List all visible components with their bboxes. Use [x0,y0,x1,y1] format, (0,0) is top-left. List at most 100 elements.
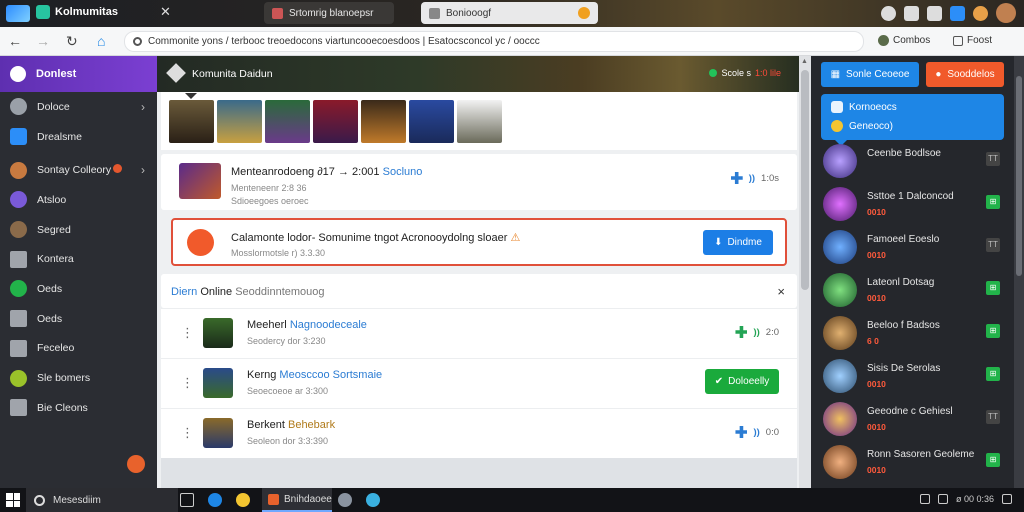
item-text: Menteanrodoeng ∂17 → 2:001 Socluno Mente… [231,166,422,206]
network-icon[interactable] [919,494,930,504]
sidebar-item-drealsme[interactable]: Drealsme [0,122,157,152]
hero-portrait[interactable] [457,100,502,143]
scroll-up-icon[interactable]: ▲ [801,58,808,65]
friend-row[interactable]: Beeloo f Badsos 6 0 ⊞ [821,314,1004,354]
forward-icon[interactable]: → [36,33,50,49]
item-link[interactable]: Socluno [383,166,423,178]
friend-row[interactable]: Ceenbe Bodlsoe TT [821,142,1004,182]
sidebar-item-doloce[interactable]: Doloce › [0,92,157,122]
back-icon[interactable]: ← [8,33,22,49]
shield-icon[interactable] [927,5,942,21]
secondary-action-button[interactable]: ● Sooddelos [926,62,1004,87]
drag-handle-icon[interactable]: ⋮ [181,425,194,441]
online-heading-muted: Seoddinntemouog [235,286,325,298]
hero-portrait[interactable] [313,100,358,143]
close-icon[interactable]: ✕ [160,4,171,20]
sidebar-item-sle-bomers[interactable]: Sle bomers [0,363,157,393]
telegram-icon[interactable] [950,5,965,21]
drag-handle-icon[interactable]: ⋮ [181,375,194,391]
scrollbar-thumb[interactable] [1016,76,1022,276]
sidebar-item-feceleo[interactable]: Feceleo [0,334,157,364]
row-link[interactable]: Meosccoo Sortsmaie [279,369,382,381]
notifications-icon[interactable] [1002,494,1012,504]
edge-icon[interactable] [208,493,222,507]
profile-icon[interactable] [973,5,988,21]
friend-row[interactable]: Ronn Sasoren Geoleme 0010 ⊞ [821,443,1004,483]
row-link[interactable]: Nagnoodeceale [290,319,367,331]
friend-toggle[interactable]: ⊞ [986,281,1000,295]
sidebar-item-oeds-2[interactable]: Oeds [0,304,157,334]
hero-portrait[interactable] [265,100,310,143]
notification-fab-icon[interactable] [127,455,145,473]
friend-status: 0010 [867,422,886,432]
windows-start-icon[interactable] [6,493,20,507]
friend-toggle[interactable]: ⊞ [986,453,1000,467]
join-button[interactable]: ✔ Doloeelly [705,369,779,394]
hero-portrait[interactable] [409,100,454,143]
friend-toggle[interactable]: TT [986,410,1000,424]
extension-icon[interactable] [904,5,919,21]
settings-icon[interactable] [881,5,896,21]
taskbar-active-app[interactable]: Bnihdaoee [262,488,332,512]
sound-icon[interactable]: )) [749,173,755,184]
friend-row[interactable]: Famoeel Eoeslo 0010 TT [821,228,1004,268]
friend-row[interactable]: Geeodne c Gehiesl 0010 TT [821,400,1004,440]
sidebar-header[interactable]: Donlest [0,56,157,92]
tab-2[interactable]: Boniooogf [421,2,598,24]
store-icon[interactable] [366,493,380,507]
task-view-icon[interactable] [180,493,194,507]
primary-action-button[interactable]: ▦ Sonle Ceoeoe [821,62,919,87]
news-item[interactable]: Menteanrodoeng ∂17 → 2:001 Socluno Mente… [161,154,797,210]
sidebar-item-segred[interactable]: Segred [0,215,157,245]
close-section-icon[interactable]: × [777,284,785,299]
bookmark-foost[interactable]: Foost [953,35,992,46]
sidebar-item-atsloo[interactable]: Atsloo [0,185,157,215]
settings-icon[interactable] [338,493,352,507]
online-row[interactable]: ⋮ Kerng Meosccoo Sortsmaie Seoecoeoe ar … [161,358,797,408]
main-scrollbar[interactable]: ▲ [799,56,811,488]
scrollbar-thumb[interactable] [801,70,809,290]
online-row[interactable]: ⋮ Berkent Behebark Seoleon dor 3:3:390 )… [161,408,797,458]
clock[interactable]: ø 00 0:36 [956,494,994,504]
friend-toggle[interactable]: TT [986,238,1000,252]
hero-portrait[interactable] [361,100,406,143]
volume-icon[interactable] [937,494,948,504]
right-scrollbar[interactable] [1014,56,1024,488]
add-icon[interactable] [730,172,743,184]
url-field[interactable]: Commonite yons / terbooc treoedocons via… [124,31,864,52]
sidebar-item-bie-cleons[interactable]: Bie Cleons [0,393,157,423]
sound-icon[interactable]: )) [753,327,759,338]
friend-toggle[interactable]: ⊞ [986,367,1000,381]
online-row[interactable]: ⋮ Meeherl Nagnoodeceale Seodercy dor 3:2… [161,308,797,358]
avatar[interactable] [996,3,1016,23]
add-friend-icon[interactable] [735,326,748,338]
bookmark-combos[interactable]: Combos [878,35,930,46]
row-link[interactable]: Behebark [288,419,335,431]
sidebar-item-label: Sontay Colleory [37,164,123,176]
reload-icon[interactable]: ↻ [66,33,78,50]
taskbar-search[interactable]: Mesesdiim [26,488,178,512]
hero-portrait[interactable] [217,100,262,143]
home-icon[interactable]: ⌂ [97,33,105,49]
tab-1[interactable]: Srtomrig blanoepsr [264,2,394,24]
sidebar-item-sontay[interactable]: Sontay Colleory › [0,155,157,185]
sword-icon [10,339,27,357]
tab-close-icon[interactable] [578,7,590,19]
friend-name: Ssttoe 1 Dalconcod [867,191,954,202]
friend-row[interactable]: Sisis De Serolas 0010 ⊞ [821,357,1004,397]
sidebar-item-kontera[interactable]: Kontera [0,244,157,274]
add-friend-icon[interactable] [735,426,748,438]
friend-row[interactable]: Ssttoe 1 Dalconcod 0010 ⊞ [821,185,1004,225]
drag-handle-icon[interactable]: ⋮ [181,325,194,341]
hero-portrait[interactable] [169,93,214,143]
alert-action-button[interactable]: ⬇ Dindme [703,230,773,255]
notice-card[interactable]: Kornoeocs Geneoco) [821,94,1004,146]
friend-toggle[interactable]: ⊞ [986,195,1000,209]
chrome-icon[interactable] [236,493,250,507]
friend-toggle[interactable]: ⊞ [986,324,1000,338]
sound-icon[interactable]: )) [753,427,759,438]
friend-avatar [823,187,857,221]
friend-toggle[interactable]: TT [986,152,1000,166]
friend-row[interactable]: Lateonl Dotsag 0010 ⊞ [821,271,1004,311]
sidebar-item-oeds[interactable]: Oeds [0,274,157,304]
